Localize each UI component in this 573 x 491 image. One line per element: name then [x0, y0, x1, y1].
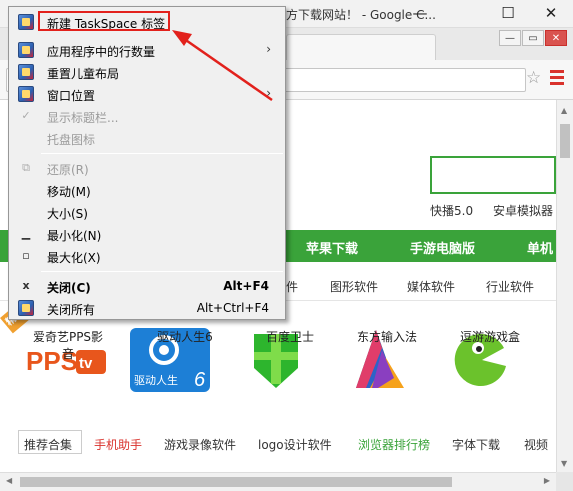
taskspace-icon	[18, 300, 34, 316]
nav-item-mobile-games[interactable]: 手游电脑版	[410, 238, 475, 257]
scroll-left-icon[interactable]: ◀	[6, 476, 12, 485]
menu-item-minimize[interactable]: ▁ 最小化(N)	[11, 223, 283, 245]
menu-separator	[41, 271, 283, 272]
tag-link[interactable]: 推荐合集	[24, 436, 72, 453]
inner-window-controls: — ▭ ✕	[499, 30, 567, 46]
taskspace-icon	[18, 64, 34, 80]
menu-item-size[interactable]: 大小(S)	[11, 201, 283, 223]
inner-minimize-icon[interactable]: —	[499, 30, 521, 46]
hscroll-thumb[interactable]	[20, 477, 452, 487]
window-context-menu: 新建 TaskSpace 标签 应用程序中的行数量 › 重置儿童布局 窗口位置 …	[8, 6, 286, 320]
scroll-up-icon[interactable]: ▲	[561, 106, 567, 115]
minimize-icon: ▁	[21, 227, 31, 240]
subnav-item[interactable]: 件	[286, 278, 298, 295]
app-name[interactable]: 驱动人生6	[145, 328, 225, 345]
app-name[interactable]: 爱奇艺PPS影音	[28, 328, 108, 362]
nav-item-apple[interactable]: 苹果下载	[306, 238, 358, 257]
tag-link[interactable]: 视频	[524, 436, 548, 453]
inner-close-icon[interactable]: ✕	[545, 30, 567, 46]
subnav-item[interactable]: 图形软件	[330, 278, 378, 295]
tag-link[interactable]: 手机助手	[94, 436, 142, 453]
minimize-window-button[interactable]: —	[398, 0, 442, 26]
hot-search-link[interactable]: 快播5.0	[430, 202, 473, 219]
menu-item-close-all[interactable]: 关闭所有 Alt+Ctrl+F4	[11, 297, 283, 319]
app-name[interactable]: 万	[546, 328, 556, 345]
restore-icon: ⧉	[22, 161, 30, 174]
scroll-corner	[556, 472, 573, 491]
scroll-thumb[interactable]	[560, 124, 570, 158]
menu-item-label: 最大化(X)	[47, 251, 101, 265]
hot-search-link[interactable]: 安卓模拟器	[493, 202, 553, 219]
bookmark-star-icon[interactable]: ☆	[526, 68, 541, 88]
menu-item-close[interactable]: x 关闭(C) Alt+F4	[11, 275, 283, 297]
tag-link[interactable]: 字体下载	[452, 436, 500, 453]
menu-item-label: 还原(R)	[47, 163, 89, 177]
scroll-right-icon[interactable]: ▶	[544, 476, 550, 485]
maximize-icon: ▫	[22, 249, 30, 262]
annotation-highlight-box	[38, 11, 170, 31]
menu-item-label: 关闭(C)	[47, 281, 91, 295]
menu-shortcut: Alt+Ctrl+F4	[196, 301, 269, 315]
subnav-item[interactable]: 行业软件	[486, 278, 534, 295]
menu-item-maximize[interactable]: ▫ 最大化(X)	[11, 245, 283, 267]
menu-item-restore[interactable]: ⧉ 还原(R)	[11, 157, 283, 179]
menu-item-label: 应用程序中的行数量	[47, 45, 156, 59]
app-name[interactable]: 百度卫士	[250, 328, 330, 345]
svg-text:驱动人生: 驱动人生	[134, 373, 178, 387]
inner-restore-icon[interactable]: ▭	[522, 30, 544, 46]
close-x-icon: x	[22, 279, 30, 292]
menu-item-window-position[interactable]: 窗口位置 ›	[11, 83, 283, 105]
taskspace-icon	[18, 42, 34, 58]
app-name[interactable]: 逗游游戏盒	[450, 328, 530, 345]
menu-item-move[interactable]: 移动(M)	[11, 179, 283, 201]
horizontal-scrollbar[interactable]: ◀ ▶	[0, 472, 556, 491]
menu-item-label: 显示标题栏...	[47, 111, 119, 125]
menu-item-label: 重置儿童布局	[47, 67, 120, 81]
tag-list: 推荐合集 手机助手 游戏录像软件 logo设计软件 浏览器排行榜 字体下载 视频	[12, 430, 556, 456]
menu-item-label: 关闭所有	[47, 303, 96, 317]
taskspace-icon	[18, 86, 34, 102]
menu-item-reset-child-layout[interactable]: 重置儿童布局	[11, 61, 283, 83]
scroll-down-icon[interactable]: ▼	[561, 459, 567, 468]
app-name[interactable]: 东方输入法	[347, 328, 427, 345]
subnav-item[interactable]: 媒体软件	[407, 278, 455, 295]
site-search-input[interactable]	[430, 156, 556, 194]
menu-item-label: 大小(S)	[47, 207, 88, 221]
checkmark-icon: ✓	[21, 109, 31, 122]
menu-item-label: 窗口位置	[47, 89, 96, 103]
tag-link[interactable]: logo设计软件	[258, 436, 332, 453]
tag-link[interactable]: 游戏录像软件	[164, 436, 236, 453]
tag-link[interactable]: 浏览器排行榜	[358, 436, 430, 453]
menu-item-rows-in-app[interactable]: 应用程序中的行数量 ›	[11, 39, 283, 61]
nav-item-single[interactable]: 单机	[527, 238, 553, 257]
vertical-scrollbar[interactable]: ▲ ▼	[556, 100, 573, 472]
submenu-arrow-icon: ›	[266, 42, 271, 56]
submenu-arrow-icon: ›	[266, 86, 271, 100]
menu-separator	[41, 153, 283, 154]
menu-item-tray-icon[interactable]: 托盘图标	[11, 127, 283, 149]
menu-item-show-titlebar[interactable]: ✓ 显示标题栏...	[11, 105, 283, 127]
close-window-button[interactable]: ✕	[529, 0, 573, 26]
svg-text:6: 6	[194, 369, 206, 391]
maximize-window-button[interactable]: ☐	[486, 0, 530, 26]
taskspace-icon	[18, 14, 34, 30]
browser-tab[interactable]	[286, 34, 436, 60]
menu-item-label: 移动(M)	[47, 185, 91, 199]
chrome-menu-icon[interactable]	[550, 70, 564, 88]
menu-shortcut: Alt+F4	[223, 279, 269, 293]
menu-item-label: 托盘图标	[47, 133, 96, 147]
menu-item-label: 最小化(N)	[47, 229, 102, 243]
